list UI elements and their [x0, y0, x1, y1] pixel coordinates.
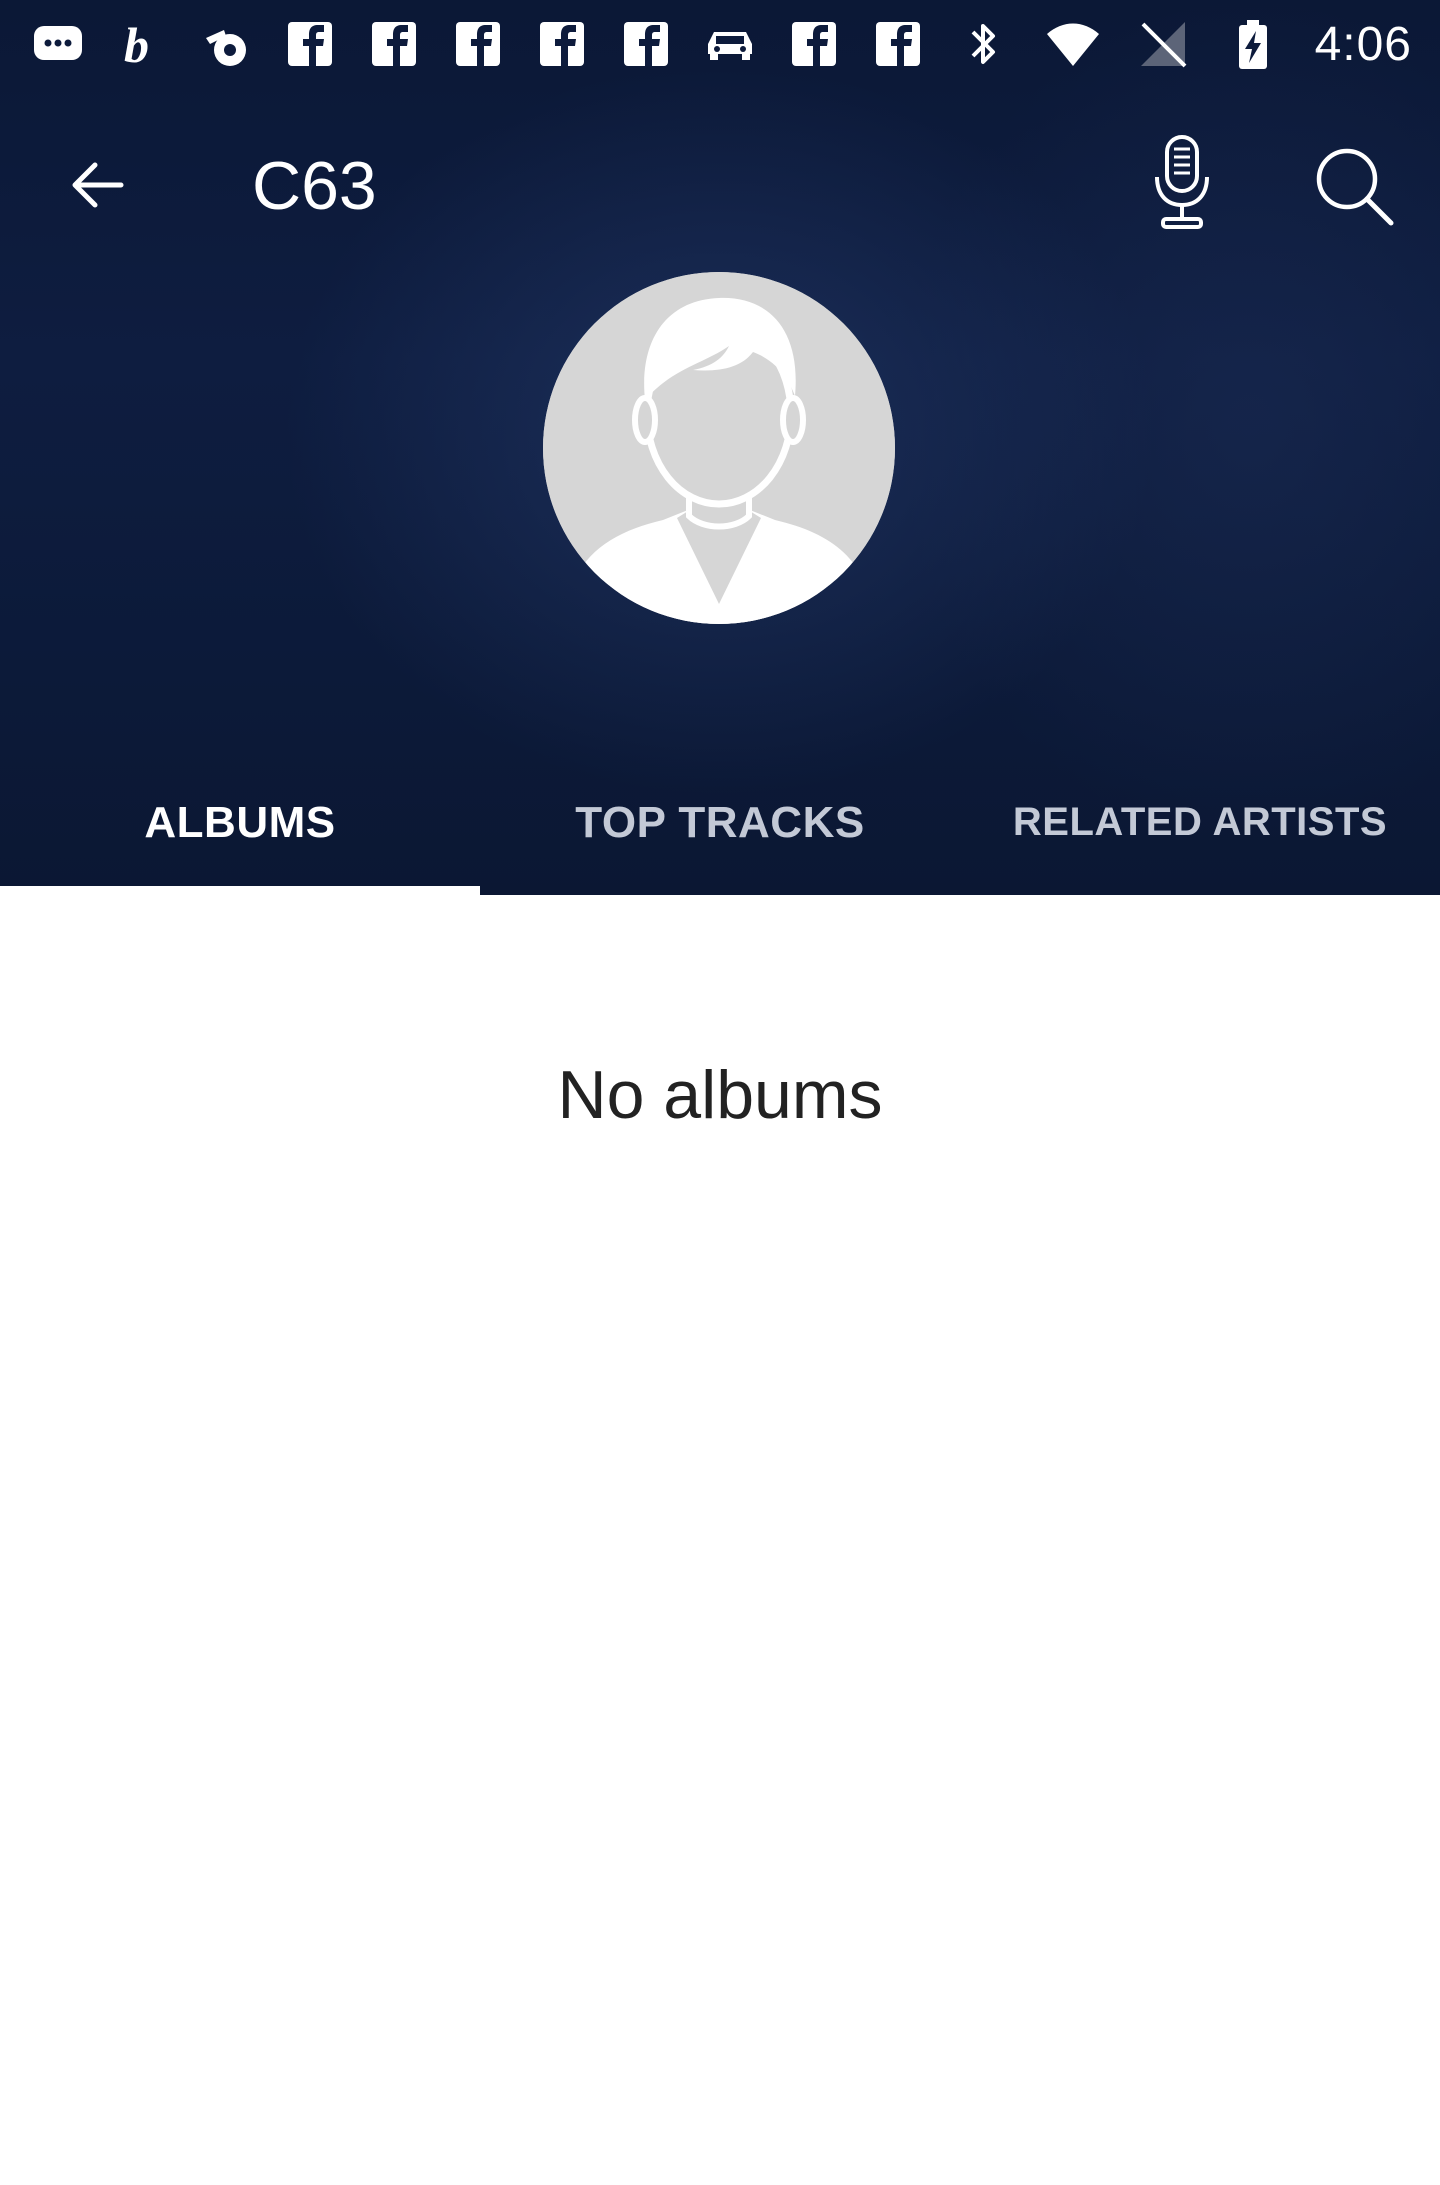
artist-tabs: ALBUMS TOP TRACKS RELATED ARTISTS [0, 760, 1440, 895]
no-signal-icon [1135, 16, 1191, 72]
facebook-icon [870, 16, 926, 72]
tab-top-tracks[interactable]: TOP TRACKS [480, 760, 960, 895]
svg-text:b: b [124, 17, 149, 72]
search-button[interactable] [1306, 138, 1402, 234]
battery-charging-icon [1225, 16, 1281, 72]
facebook-icon [450, 16, 506, 72]
artist-header: b 4:06 C63 ALBUMS TOP TRACKS RELATED ART… [0, 0, 1440, 895]
facebook-icon [282, 16, 338, 72]
status-bar: b 4:06 [0, 0, 1440, 88]
active-tab-indicator [0, 886, 480, 895]
page-title: C63 [252, 148, 377, 224]
wifi-icon [1045, 16, 1101, 72]
car-icon [702, 16, 758, 72]
artist-page: b 4:06 C63 ALBUMS TOP TRACKS RELATED ART… [0, 0, 1440, 2185]
tab-related-artists[interactable]: RELATED ARTISTS [960, 760, 1440, 895]
clock-time: 4:06 [1314, 17, 1412, 71]
arrow-back-icon [72, 162, 124, 208]
tab-label: RELATED ARTISTS [1012, 800, 1388, 844]
albums-content: No albums [0, 895, 1440, 2185]
back-button[interactable] [52, 140, 142, 230]
tab-albums[interactable]: ALBUMS [0, 760, 480, 895]
system-icons: 4:06 [955, 14, 1412, 74]
facebook-icon [366, 16, 422, 72]
empty-state-message: No albums [557, 1057, 883, 1133]
microphone-icon [1155, 135, 1209, 229]
toolbar: C63 [0, 110, 1440, 260]
artist-avatar [543, 272, 895, 624]
voice-search-button[interactable] [1140, 128, 1224, 238]
facebook-icon [618, 16, 674, 72]
tab-label: ALBUMS [144, 797, 336, 847]
notification-icons: b [30, 14, 926, 74]
b-app-icon: b [114, 16, 170, 72]
search-icon [1316, 148, 1394, 226]
message-icon [30, 16, 86, 72]
tab-label: TOP TRACKS [575, 797, 865, 847]
facebook-icon [534, 16, 590, 72]
default-person-icon [543, 272, 895, 624]
facebook-icon [786, 16, 842, 72]
music-note-icon [198, 16, 254, 72]
bluetooth-icon [955, 16, 1011, 72]
